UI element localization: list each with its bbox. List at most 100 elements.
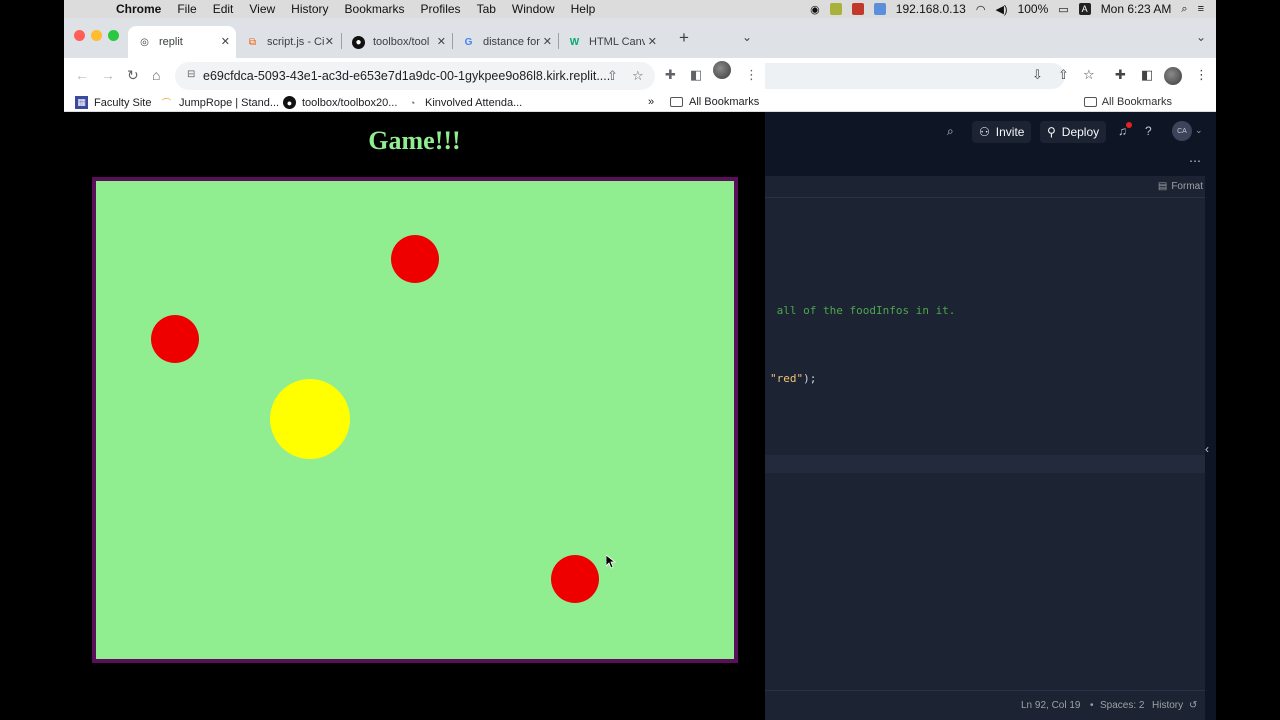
url-text: e69cfdca-5093-43e1-ac3d-e653e7d1a9dc-00-… [203, 69, 611, 83]
menu-history[interactable]: History [283, 2, 336, 16]
tab-label: distance for [483, 36, 540, 48]
bookmark-kinvolved[interactable]: ◔ Kinvolved Attenda... [406, 96, 522, 109]
more-options-icon[interactable]: ⋯ [1189, 154, 1201, 168]
user-avatar[interactable]: CA [1172, 121, 1192, 141]
red-food-ball-bottom [551, 555, 599, 603]
chrome-menu-icon[interactable]: ⋮ [745, 67, 758, 83]
side-panel-icon[interactable]: ◧ [690, 67, 702, 83]
record-icon[interactable]: ◉ [810, 3, 820, 16]
share-icon[interactable]: ⇧ [607, 68, 618, 84]
menu-edit[interactable]: Edit [205, 2, 242, 16]
bookmark-toolbox[interactable]: ● toolbox/toolbox20... [283, 96, 397, 109]
macos-menu-bar: Chrome File Edit View History Bookmarks … [64, 0, 1216, 18]
red-food-ball-left [151, 315, 199, 363]
all-bookmarks-button[interactable]: All Bookmarks [670, 96, 759, 108]
new-tab-plus-icon[interactable]: + [679, 28, 689, 48]
editor-tab-row: ⋯ [765, 150, 1216, 176]
deploy-icon: ⚲ [1047, 125, 1056, 139]
deploy-button[interactable]: ⚲ Deploy [1040, 121, 1107, 143]
close-window-button[interactable] [74, 30, 85, 41]
back-arrow-icon[interactable]: ← [75, 67, 89, 83]
profile-avatar[interactable] [1164, 67, 1182, 85]
minimize-window-button[interactable] [91, 30, 102, 41]
bookmark-faculty-site[interactable]: ▦ Faculty Site [75, 96, 151, 109]
format-button[interactable]: ▤ Format [1158, 181, 1203, 192]
zoom-window-button[interactable] [108, 30, 119, 41]
history-icon[interactable]: ↺ [1189, 700, 1197, 711]
menu-window[interactable]: Window [504, 2, 563, 16]
invite-button[interactable]: ⚇ Invite [972, 121, 1032, 143]
tab-toolbox[interactable]: ● toolbox/tool ✕ [342, 26, 452, 58]
help-icon[interactable]: ? [1145, 124, 1152, 138]
deploy-label: Deploy [1061, 125, 1100, 139]
chrome-menu-icon[interactable]: ⋮ [1195, 67, 1208, 83]
editor-status-bar: Ln 92, Col 19 • Spaces: 2 History ↺ [765, 690, 1205, 720]
input-source-icon[interactable]: A [1078, 3, 1091, 15]
home-icon[interactable]: ⌂ [152, 67, 160, 83]
menu-bookmarks[interactable]: Bookmarks [337, 2, 413, 16]
close-tab-icon[interactable]: ✕ [437, 35, 446, 48]
install-icon[interactable]: ⇩ [1032, 67, 1043, 83]
account-chevron-down-icon[interactable]: ⌄ [1195, 125, 1203, 136]
code-editor[interactable]: all of the foodInfos in it. "red"); [765, 199, 1205, 689]
menu-view[interactable]: View [241, 2, 283, 16]
history-button[interactable]: History [1152, 700, 1183, 711]
game-page: Game!!! [64, 112, 765, 720]
side-panel-icon[interactable]: ◧ [1141, 67, 1153, 83]
back-address-bar[interactable] [765, 63, 1065, 89]
address-bar[interactable]: ⊟ e69cfdca-5093-43e1-ac3d-e653e7d1a9dc-0… [175, 62, 655, 90]
close-tab-icon[interactable]: ✕ [221, 35, 230, 48]
extensions-icon[interactable]: ✚ [665, 67, 676, 83]
close-tab-icon[interactable]: ✕ [543, 35, 552, 48]
menu-profiles[interactable]: Profiles [413, 2, 469, 16]
bookmark-jumprope[interactable]: ⌒ JumpRope | Stand... [160, 96, 279, 109]
extensions-icon[interactable]: ✚ [1115, 67, 1126, 83]
close-tab-icon[interactable]: ✕ [325, 35, 334, 48]
collapse-panel-chevron-icon[interactable]: ‹ [1205, 442, 1209, 456]
indent-dot-icon: • [1090, 700, 1094, 711]
tab-search-chevron-icon[interactable]: ⌄ [742, 30, 752, 44]
bookmarks-overflow-chevron[interactable]: » [648, 96, 654, 108]
folder-icon [670, 97, 683, 107]
all-bookmarks-button[interactable]: All Bookmarks [1083, 96, 1172, 108]
shield-icon[interactable] [829, 3, 842, 15]
tab-search-chevron-icon[interactable]: ⌄ [1196, 30, 1206, 44]
tab-label: script.js - Ci [267, 36, 325, 48]
cursor-position[interactable]: Ln 92, Col 19 [1021, 700, 1081, 711]
editor-toolbar: ▤ Format [765, 178, 1205, 198]
tab-label: HTML Canv [589, 36, 645, 48]
back-tab-strip: ⌄ [765, 18, 1216, 58]
google-icon: G [464, 36, 473, 48]
menubar-clock[interactable]: Mon 6:23 AM [1101, 2, 1172, 16]
menu-help[interactable]: Help [563, 2, 604, 16]
calendar-icon: ▦ [75, 96, 88, 109]
close-tab-icon[interactable]: ✕ [648, 35, 657, 48]
reload-icon[interactable]: ↻ [127, 67, 139, 84]
kinvolved-icon: ◔ [409, 97, 416, 108]
wifi-icon[interactable]: ◠ [976, 3, 986, 16]
tab-script-js[interactable]: ⧉ script.js - Ci ✕ [236, 26, 340, 58]
extension-status-icon[interactable] [851, 3, 864, 15]
menu-app-name[interactable]: Chrome [108, 2, 169, 16]
share-icon[interactable]: ⇧ [1058, 67, 1069, 83]
site-info-icon[interactable]: ⊟ [187, 69, 195, 80]
ip-address: 192.168.0.13 [895, 2, 966, 16]
battery-icon[interactable]: ▭ [1058, 3, 1068, 16]
tab-html-canvas[interactable]: W HTML Canv ✕ [558, 26, 663, 58]
forward-arrow-icon[interactable]: → [101, 67, 115, 83]
search-icon[interactable]: ⌕ [947, 124, 954, 139]
tab-replit[interactable]: ◎ replit ✕ [128, 26, 236, 58]
bookmark-star-icon[interactable]: ☆ [1083, 67, 1095, 83]
volume-icon[interactable]: ◀) [995, 3, 1007, 16]
control-center-icon[interactable]: ≡ [1198, 3, 1204, 15]
bookmark-star-icon[interactable]: ☆ [632, 68, 644, 84]
indent-setting[interactable]: Spaces: 2 [1100, 700, 1144, 711]
tab-distance-formula[interactable]: G distance for ✕ [452, 26, 558, 58]
spotlight-search-icon[interactable]: ⌕ [1181, 3, 1187, 16]
network-icon[interactable] [873, 3, 886, 15]
game-canvas[interactable] [92, 177, 738, 663]
menu-file[interactable]: File [169, 2, 204, 16]
profile-avatar[interactable] [713, 61, 731, 79]
menu-tab[interactable]: Tab [469, 2, 504, 16]
tab-strip: ◎ replit ✕ ⧉ script.js - Ci ✕ ● toolbox/… [64, 18, 765, 58]
